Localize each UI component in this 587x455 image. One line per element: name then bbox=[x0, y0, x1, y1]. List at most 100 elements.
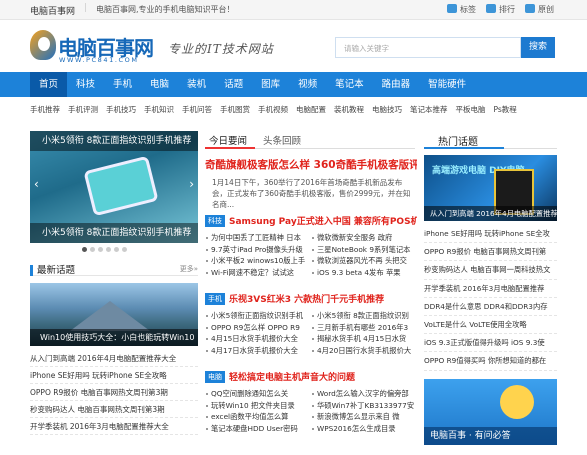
tags-link[interactable]: 标签 bbox=[447, 4, 476, 15]
section-tag[interactable]: 电脑 bbox=[205, 371, 225, 383]
hot-topics-title: 热门话题 bbox=[438, 137, 478, 148]
nav-item-build[interactable]: 装机 bbox=[178, 72, 215, 97]
latest-image-caption[interactable]: Win10使用技巧大全：小白也能玩转Win10 bbox=[30, 329, 198, 346]
banner-caption[interactable]: 从入门到高端 2016年4月电脑配置推荐 bbox=[424, 206, 557, 221]
list-item[interactable]: WPS2016怎么生成目录 bbox=[311, 423, 417, 435]
headline-link[interactable]: 奇酷旗舰极客版怎么样 360奇酷手机极客版评测... bbox=[205, 157, 417, 172]
slider-dot[interactable] bbox=[90, 247, 95, 252]
nav-item-router[interactable]: 路由器 bbox=[373, 72, 420, 97]
slider-dot[interactable] bbox=[82, 247, 87, 252]
list-item[interactable]: 开学季装机 2016年3月电脑配置推荐 bbox=[424, 280, 557, 298]
list-item[interactable]: 秒变购码达人 电脑百事网热文周刊第3期 bbox=[30, 401, 198, 418]
subnav-item[interactable]: 手机评测 bbox=[68, 104, 98, 122]
subnav-item[interactable]: 手机技巧 bbox=[106, 104, 136, 122]
list-item[interactable]: 从入门到高端 2016年4月电脑配置推荐大全 bbox=[30, 350, 198, 367]
nav-item-video[interactable]: 视频 bbox=[289, 72, 326, 97]
ask-ad-banner[interactable]: 电脑百事 · 有问必答 bbox=[424, 379, 557, 445]
slider-caption[interactable]: 小米5领衔 8款正面指纹识别手机推荐 bbox=[30, 223, 198, 243]
more-link[interactable]: 更多» bbox=[180, 264, 198, 274]
list-item[interactable]: QQ空间删除通知怎么关 bbox=[205, 388, 311, 400]
list-item[interactable]: 4月15日水货手机报价大全 bbox=[205, 333, 311, 345]
list-item[interactable]: 小米平板2 winows10版上手 bbox=[205, 255, 311, 267]
subnav-item[interactable]: Ps教程 bbox=[494, 104, 517, 122]
section-header-tech: 科技 Samsung Pay正式进入中国 兼容所有POS机 bbox=[205, 214, 417, 228]
list-item[interactable]: 4月17日水货手机报价大全 bbox=[205, 345, 311, 357]
tab-today-news[interactable]: 今日要闻 bbox=[209, 133, 247, 147]
nav-item-tech[interactable]: 科技 bbox=[67, 72, 104, 97]
ranking-link[interactable]: 排行 bbox=[486, 4, 515, 15]
list-item[interactable]: OPPO R9报价 电脑百事网热文周刊第 bbox=[424, 243, 557, 262]
tab-headline-review[interactable]: 头条回顾 bbox=[263, 133, 301, 147]
slider-dot[interactable] bbox=[122, 247, 127, 252]
subnav-item[interactable]: 电脑配置 bbox=[296, 104, 326, 122]
section-title-link[interactable]: Samsung Pay正式进入中国 兼容所有POS机 bbox=[229, 217, 417, 227]
list-item[interactable]: 微软浏览器风光不再 头把交 bbox=[311, 255, 417, 267]
headline-summary: 1月14日下午，360举行了2016年首场奇酷手机新品发布会，正式发布了360奇… bbox=[212, 178, 411, 209]
section-title-link[interactable]: 轻松搞定电脑主机声音大的问题 bbox=[229, 373, 355, 383]
list-item[interactable]: OPPO R9报价 电脑百事网热文周刊第3期 bbox=[30, 384, 198, 401]
slider-dot[interactable] bbox=[114, 247, 119, 252]
hot-topics-banner[interactable]: 高端游戏电脑 DIY电脑 从入门到高端 2016年4月电脑配置推荐 bbox=[424, 155, 557, 221]
list-item[interactable]: iPhone SE好用吗 玩转iPhone SE全攻 bbox=[424, 225, 557, 244]
nav-item-gallery[interactable]: 图库 bbox=[252, 72, 289, 97]
site-home-link[interactable]: 电脑百事网 bbox=[30, 4, 75, 17]
section-tag[interactable]: 手机 bbox=[205, 293, 225, 305]
site-logo[interactable]: 电脑百事网 WWW.PC841.COM bbox=[30, 30, 160, 66]
subnav-item[interactable]: 电脑技巧 bbox=[372, 104, 402, 122]
latest-topics-image[interactable]: Win10使用技巧大全：小白也能玩转Win10 bbox=[30, 283, 198, 346]
list-item[interactable]: 9.7英寸iPad Pro摄像头升级 bbox=[205, 244, 311, 256]
list-item[interactable]: 开学季装机 2016年3月电脑配置推荐大全 bbox=[30, 418, 198, 435]
subnav-item[interactable]: 平板电脑 bbox=[456, 104, 486, 122]
list-item[interactable]: 秒变购码达人 电脑百事网一周科技热文 bbox=[424, 261, 557, 280]
list-item[interactable]: VoLTE是什么 VoLTE使用全攻略 bbox=[424, 316, 557, 335]
list-item[interactable]: 为何中国丢了工匠精神 日本 bbox=[205, 232, 311, 244]
search-input[interactable]: 请输入关键字 bbox=[335, 37, 521, 58]
nav-item-smart-hardware[interactable]: 智能硬件 bbox=[419, 72, 475, 97]
list-item[interactable]: OPPO R9值得买吗 你所想知道的都在 bbox=[424, 352, 557, 371]
search-button[interactable]: 搜索 bbox=[521, 37, 555, 58]
subnav-item[interactable]: 手机图赏 bbox=[220, 104, 250, 122]
sub-nav: 手机推荐 手机评测 手机技巧 手机知识 手机问答 手机图赏 手机视频 电脑配置 … bbox=[30, 104, 557, 122]
list-item[interactable]: 三月新手机有哪些 2016年3 bbox=[311, 322, 417, 334]
nav-item-topics[interactable]: 话题 bbox=[215, 72, 252, 97]
list-item[interactable]: Wi-Fi网速不稳定？试试这 bbox=[205, 267, 311, 279]
original-link[interactable]: 原创 bbox=[525, 4, 554, 15]
list-item[interactable]: DDR4是什么意思 DDR4和DDR3内存 bbox=[424, 298, 557, 316]
section-title-link[interactable]: 乐视3VS红米3 六款热门千元手机推荐 bbox=[229, 295, 384, 305]
list-item[interactable]: 新浪微博怎么显示来自 微 bbox=[311, 411, 417, 423]
featured-slider[interactable]: 小米5领衔 8款正面指纹识别手机推荐 ‹ › 小米5领衔 8款正面指纹识别手机推… bbox=[30, 131, 198, 243]
chevron-left-icon[interactable]: ‹ bbox=[34, 177, 39, 191]
subnav-item[interactable]: 手机推荐 bbox=[30, 104, 60, 122]
list-item[interactable]: excel函数平均值怎么算 bbox=[205, 411, 311, 423]
chevron-right-icon[interactable]: › bbox=[189, 177, 194, 191]
list-item[interactable]: 微软微新安全服务 政府 bbox=[311, 232, 417, 244]
list-item[interactable]: OPPO R9怎么样 OPPO R9 bbox=[205, 322, 311, 334]
list-item[interactable]: iOS 9.3正式版值得升级吗 iOS 9.3使 bbox=[424, 334, 557, 353]
top-bar: 电脑百事网 | 电脑百事网,专业的手机电脑知识平台！ 标签 排行 原创 bbox=[0, 0, 587, 20]
list-item[interactable]: Word怎么输入汉字的偏旁部 bbox=[311, 388, 417, 400]
section-tag[interactable]: 科技 bbox=[205, 215, 225, 227]
list-item[interactable]: 玩转Win10 把文件夹目录 bbox=[205, 400, 311, 412]
subnav-item[interactable]: 手机问答 bbox=[182, 104, 212, 122]
ad-caption[interactable]: 电脑百事 · 有问必答 bbox=[424, 427, 557, 445]
list-item[interactable]: 华硕Win7补丁KB3133977安 bbox=[311, 400, 417, 412]
subnav-item[interactable]: 手机知识 bbox=[144, 104, 174, 122]
nav-item-phone[interactable]: 手机 bbox=[104, 72, 141, 97]
subnav-item[interactable]: 手机视频 bbox=[258, 104, 288, 122]
latest-topics-title: 最新话题 bbox=[30, 265, 76, 276]
nav-item-laptop[interactable]: 笔记本 bbox=[326, 72, 373, 97]
list-item[interactable]: 三星NoteBook 9系列笔记本 bbox=[311, 244, 417, 256]
list-item[interactable]: 小米5领衔 8款正面指纹识别 bbox=[311, 310, 417, 322]
subnav-item[interactable]: 笔记本推荐 bbox=[410, 104, 448, 122]
list-item[interactable]: 笔记本硬盘HDD User密码 bbox=[205, 423, 311, 435]
subnav-item[interactable]: 装机教程 bbox=[334, 104, 364, 122]
slider-dot[interactable] bbox=[106, 247, 111, 252]
list-item[interactable]: iPhone SE好用吗 玩转iPhone SE全攻略 bbox=[30, 367, 198, 384]
list-item[interactable]: iOS 9.3 beta 4发布 苹果 bbox=[311, 267, 417, 279]
nav-item-computer[interactable]: 电脑 bbox=[141, 72, 178, 97]
slider-dot[interactable] bbox=[98, 247, 103, 252]
list-item[interactable]: 4月20日国行水货手机报价大 bbox=[311, 345, 417, 357]
nav-item-home[interactable]: 首页 bbox=[30, 72, 68, 97]
list-item[interactable]: 小米5领衔正面指纹识别手机 bbox=[205, 310, 311, 322]
list-item[interactable]: 揭秘水货手机 4月15日水货 bbox=[311, 333, 417, 345]
